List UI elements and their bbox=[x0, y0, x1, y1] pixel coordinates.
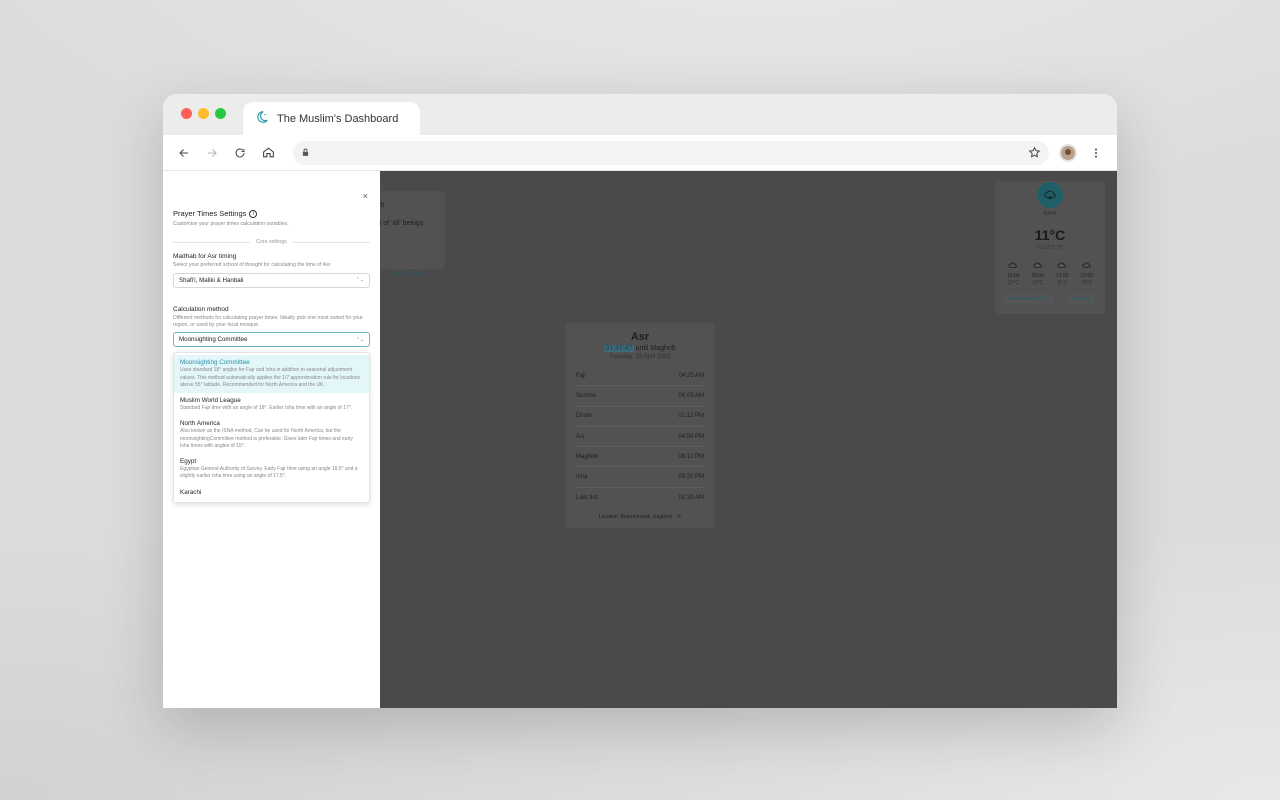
weather-time-badge: 05:24 PM bbox=[1067, 294, 1095, 304]
browser-menu-button[interactable] bbox=[1087, 144, 1105, 162]
profile-avatar[interactable] bbox=[1059, 143, 1077, 162]
more-vertical-icon bbox=[1095, 148, 1097, 157]
star-icon[interactable] bbox=[1028, 146, 1041, 159]
weather-temperature: 11°C bbox=[1034, 227, 1066, 243]
page-content: ih est of 'all' beings Read more Asr 01:… bbox=[163, 171, 1117, 708]
cloud-icon bbox=[1082, 262, 1091, 268]
method-option-mwl[interactable]: Muslim World League Standard Fajr time w… bbox=[174, 393, 369, 416]
tab-title: The Muslim's Dashboard bbox=[277, 112, 399, 125]
browser-titlebar: The Muslim's Dashboard bbox=[163, 94, 1117, 135]
reload-icon bbox=[235, 147, 245, 157]
home-icon bbox=[262, 147, 274, 158]
minimize-window-button[interactable] bbox=[198, 108, 209, 119]
madhab-help: Select your preferred school of thought … bbox=[173, 262, 331, 268]
madhab-select[interactable]: Shafi'i, Maliki & Hanbali ⌃⌄ bbox=[173, 272, 370, 288]
dimmed-dashboard[interactable]: ih est of 'all' beings Read more Asr 01:… bbox=[372, 171, 1117, 708]
lock-icon bbox=[302, 148, 309, 156]
cloud-icon bbox=[1008, 262, 1017, 268]
prayer-date: Tuesday, 19 April 2022 bbox=[609, 354, 671, 360]
weather-condition: RAIN bbox=[1043, 211, 1057, 217]
read-more-link[interactable]: Read more bbox=[393, 271, 423, 277]
method-option-egypt[interactable]: Egypt Egyptian General Authority of Surv… bbox=[174, 454, 369, 485]
browser-toolbar bbox=[163, 135, 1117, 171]
forward-button[interactable] bbox=[203, 144, 221, 162]
refresh-icon[interactable]: ⟳ bbox=[677, 514, 681, 520]
madhab-setting: Madhab for Asr timing Select your prefer… bbox=[173, 253, 370, 288]
weather-location-badge[interactable]: BOURNEMOUTH ⟳ bbox=[1005, 294, 1054, 304]
cloud-icon bbox=[1057, 262, 1066, 268]
section-divider: Core settings bbox=[173, 239, 370, 245]
cloud-icon bbox=[1033, 262, 1042, 268]
panel-title: Prayer Times Settings i bbox=[173, 209, 370, 218]
prayer-countdown: 01:47:47 until Maghrib bbox=[604, 345, 676, 352]
forecast-item: 21:00 11°C bbox=[1056, 261, 1069, 286]
method-option-moonsighting[interactable]: Moonsighting Committee Uses standard 18°… bbox=[174, 355, 369, 393]
select-caret-icon: ⌃⌄ bbox=[355, 277, 364, 284]
method-option-north-america[interactable]: North America Also known as the ISNA met… bbox=[174, 416, 369, 454]
prayer-times-card: Asr 01:47:47 until Maghrib Tuesday, 19 A… bbox=[565, 323, 715, 528]
home-button[interactable] bbox=[259, 144, 277, 162]
weather-high-low: H: 12° L: 9° bbox=[1037, 245, 1063, 251]
forecast-item: 22:00 10°C bbox=[1080, 261, 1093, 286]
browser-tab[interactable]: The Muslim's Dashboard bbox=[243, 102, 420, 135]
calculation-method-help: Different methods for calculating prayer… bbox=[173, 314, 363, 328]
select-caret-icon: ⌃⌄ bbox=[355, 336, 364, 343]
info-icon[interactable]: i bbox=[249, 209, 258, 218]
calculation-method-setting: Calculation method Different methods for… bbox=[173, 306, 370, 503]
window-controls bbox=[181, 108, 226, 119]
forecast-item: 19:00 12°C bbox=[1007, 261, 1020, 286]
prayer-location: Location: Bournemouth, England ⟳ bbox=[598, 514, 682, 521]
calculation-method-select[interactable]: Moonsighting Committee ⌃⌄ bbox=[173, 332, 370, 348]
hadith-card: ih est of 'all' beings Read more bbox=[372, 191, 445, 277]
prayer-row: Last 3rd 01:39 AM bbox=[576, 494, 704, 501]
prayer-row: Asr 04:59 PM bbox=[576, 427, 704, 448]
weather-card: RAIN 11°C H: 12° L: 9° 19:00 12°C 20:00 11… bbox=[995, 181, 1105, 314]
forecast-item: 20:00 11°C bbox=[1031, 261, 1044, 286]
prayer-row: Isha 09:20 PM bbox=[576, 467, 704, 488]
close-window-button[interactable] bbox=[181, 108, 192, 119]
arrow-right-icon bbox=[208, 148, 217, 157]
method-option-karachi[interactable]: Karachi bbox=[174, 485, 369, 500]
rain-cloud-icon bbox=[1037, 182, 1063, 208]
hourly-forecast: 19:00 12°C 20:00 11°C 21:00 11°C 22:00 10°C bbox=[995, 261, 1105, 286]
prayer-settings-panel: × Prayer Times Settings i Customise your… bbox=[163, 171, 380, 708]
weather-footer: BOURNEMOUTH ⟳ 05:24 PM bbox=[995, 294, 1105, 304]
prayer-row: Dhuhr 01:12 PM bbox=[576, 407, 704, 427]
browser-window: The Muslim's Dashboard ih est of 'all' b… bbox=[163, 94, 1117, 708]
prayer-times-list: Fajr 04:25 AM Sunrise 06:05 AM Dhuhr 01:12 … bbox=[565, 366, 715, 508]
reload-button[interactable] bbox=[231, 144, 249, 162]
current-prayer: Asr bbox=[630, 331, 650, 343]
calculation-method-dropdown: Moonsighting Committee Uses standard 18°… bbox=[173, 352, 370, 503]
refresh-icon: ⟳ bbox=[1046, 296, 1050, 301]
prayer-row: Maghrib 08:12 PM bbox=[576, 447, 704, 468]
address-bar[interactable] bbox=[293, 140, 1049, 165]
arrow-left-icon bbox=[179, 148, 188, 157]
maximize-window-button[interactable] bbox=[215, 108, 226, 119]
calculation-method-label: Calculation method bbox=[173, 305, 229, 313]
madhab-label: Madhab for Asr timing bbox=[173, 253, 237, 260]
crescent-moon-icon bbox=[255, 110, 269, 127]
close-panel-button[interactable]: × bbox=[363, 191, 368, 201]
prayer-row: Fajr 04:25 AM bbox=[576, 366, 704, 387]
prayer-row: Sunrise 06:05 AM bbox=[576, 386, 704, 407]
panel-subtitle: Customise your prayer times calculation … bbox=[173, 221, 289, 227]
back-button[interactable] bbox=[175, 144, 193, 162]
